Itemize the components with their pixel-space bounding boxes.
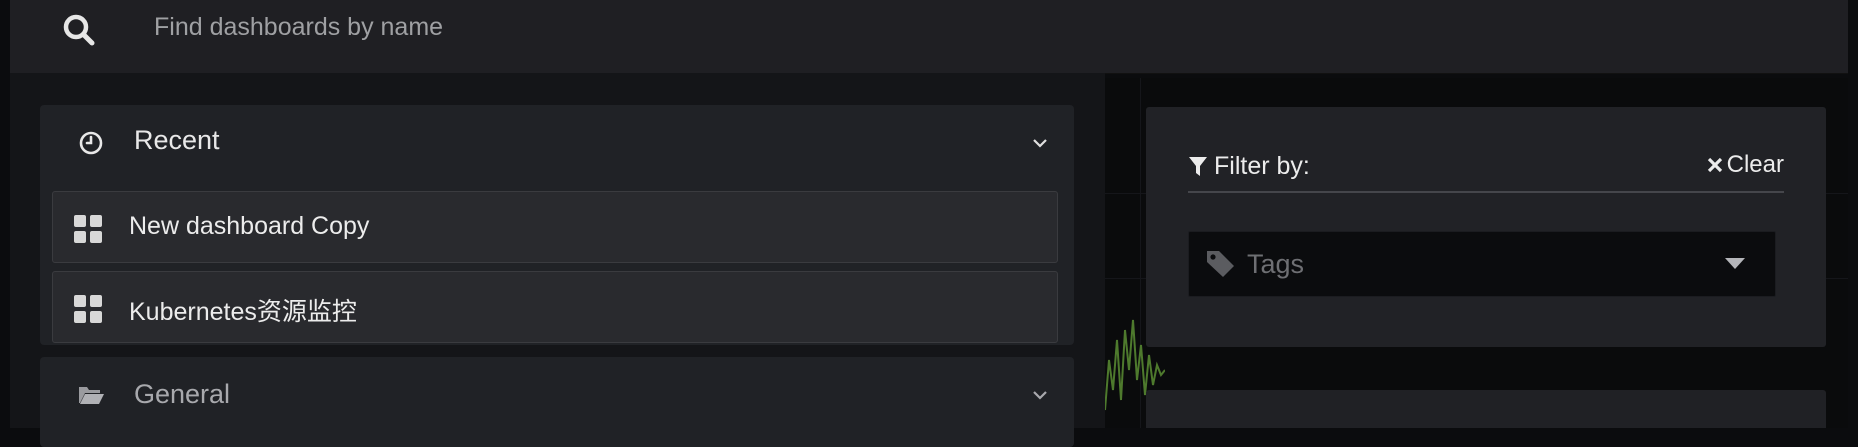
folder-open-icon [79, 387, 104, 404]
caret-down-icon [1725, 258, 1745, 269]
section-title: General [134, 379, 231, 409]
clock-icon [79, 131, 103, 155]
dashboard-item[interactable]: Kubernetes资源监控 [52, 271, 1058, 343]
chevron-down-icon[interactable] [1030, 133, 1050, 153]
page-edge-right [1848, 0, 1858, 428]
search-bar [10, 0, 1848, 74]
section-general: General [40, 357, 1074, 447]
dashboard-grid-icon [74, 215, 102, 243]
tags-select[interactable]: Tags [1188, 231, 1776, 297]
section-general-header[interactable]: General [40, 357, 1074, 432]
filter-panel: Filter by: Clear Tags [1146, 107, 1826, 347]
filter-header: Filter by: Clear [1188, 145, 1784, 193]
section-title: Recent [134, 125, 220, 155]
page-edge [0, 0, 10, 428]
tags-placeholder: Tags [1247, 249, 1305, 279]
chevron-down-icon[interactable] [1030, 385, 1050, 405]
clear-label: Clear [1726, 151, 1784, 178]
dashboard-item-label: New dashboard Copy [129, 212, 370, 240]
filter-label: Filter by: [1214, 152, 1310, 180]
search-icon[interactable] [60, 10, 100, 50]
section-recent: Recent New dashboard Copy Kubernetes资源监控 [40, 105, 1074, 345]
lower-panel [1146, 390, 1826, 428]
clear-filter-button[interactable]: Clear [1707, 151, 1784, 181]
section-recent-header[interactable]: Recent [40, 105, 1074, 180]
tag-icon [1207, 251, 1234, 277]
search-input[interactable] [152, 6, 1056, 48]
close-icon [1707, 157, 1722, 173]
dashboard-item[interactable]: New dashboard Copy [52, 191, 1058, 263]
dashboard-list-panel: Recent New dashboard Copy Kubernetes资源监控 [10, 73, 1105, 447]
dashboard-item-label: Kubernetes资源监控 [129, 298, 357, 326]
filter-icon [1189, 157, 1207, 176]
dashboard-grid-icon [74, 295, 102, 323]
